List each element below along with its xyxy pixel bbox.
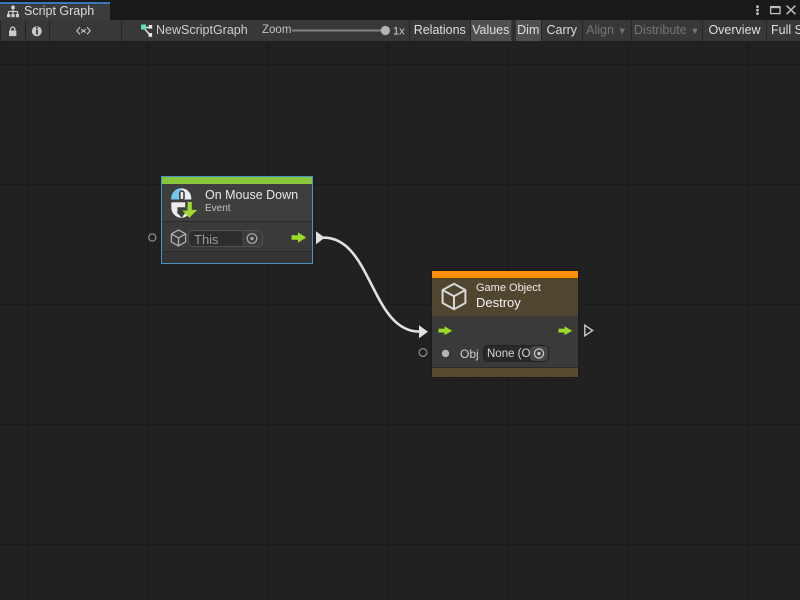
svg-text:1x: 1x (393, 26, 405, 38)
